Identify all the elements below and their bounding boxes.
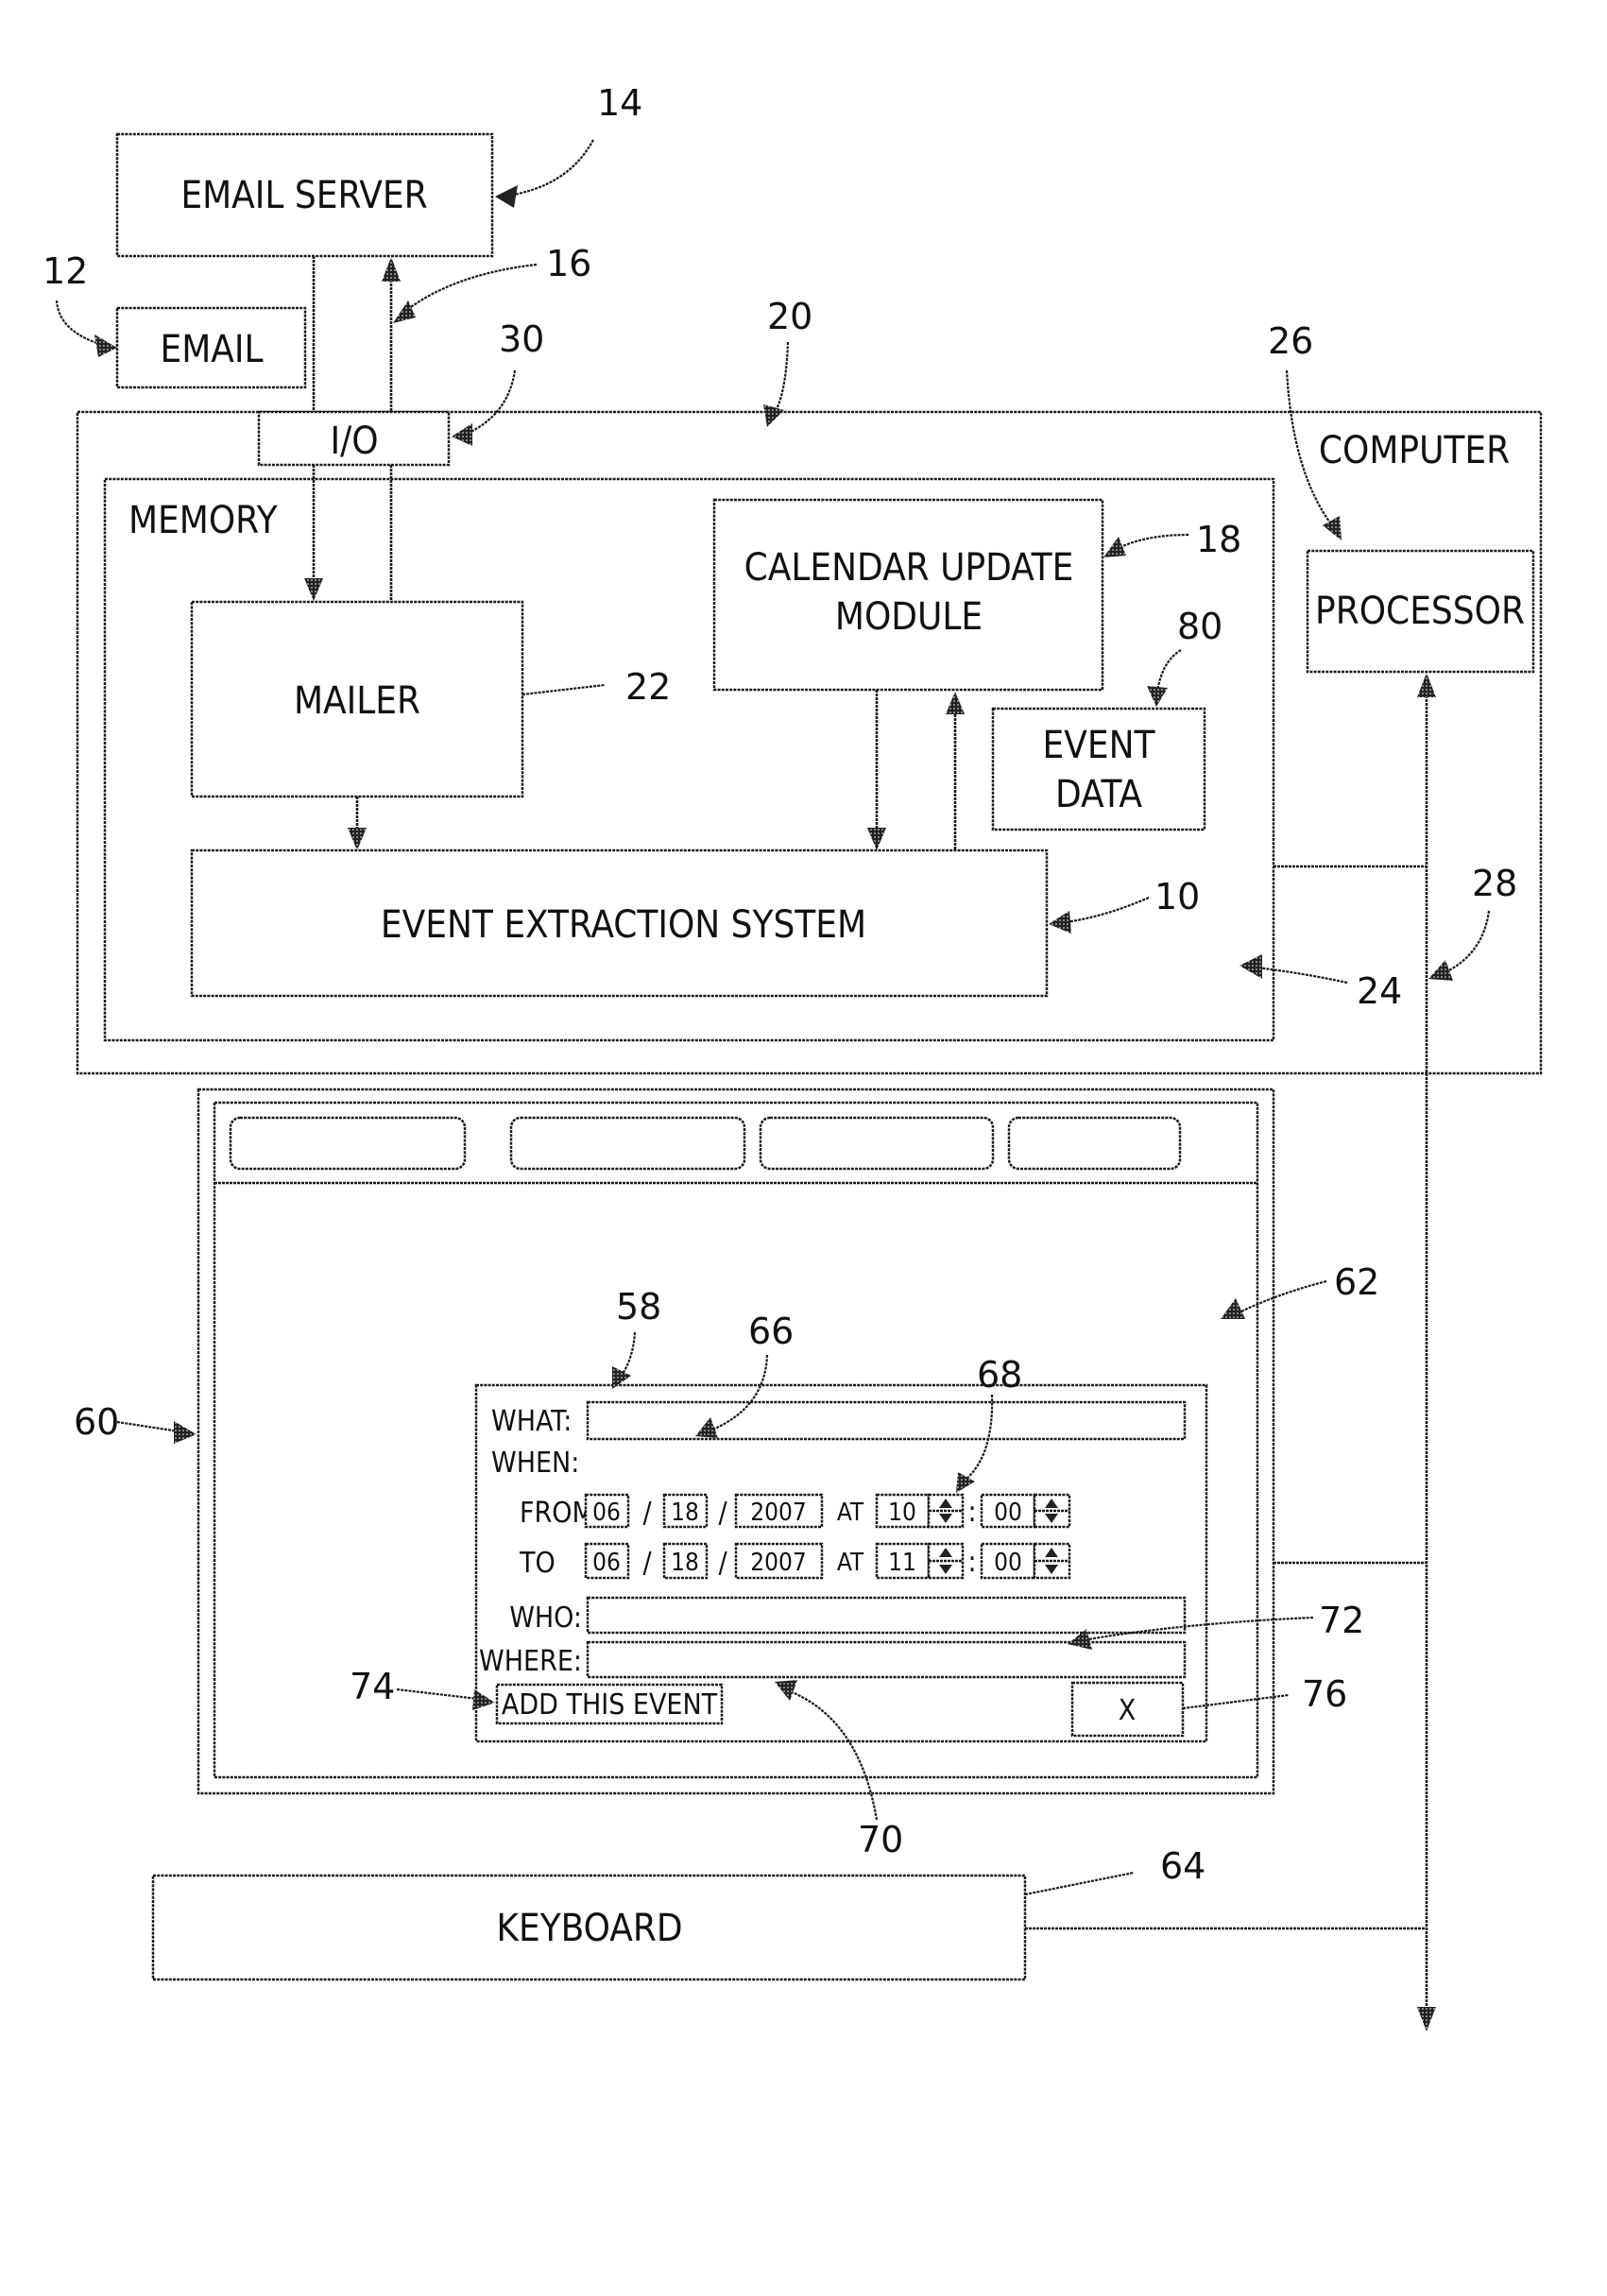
email-label: EMAIL — [160, 328, 263, 371]
to-colon: : — [967, 1546, 976, 1579]
email-server-label: EMAIL SERVER — [180, 174, 427, 217]
arrowhead-60 — [174, 1421, 197, 1444]
to-day-value: 18 — [671, 1549, 699, 1577]
from-hour-value: 10 — [888, 1499, 916, 1527]
processor-label: PROCESSOR — [1315, 590, 1525, 633]
ref-68: 68 — [977, 1354, 1022, 1396]
io-block: I/O — [257, 410, 451, 467]
ref-10: 10 — [1154, 876, 1200, 917]
ref-24: 24 — [1357, 970, 1402, 1012]
calendar-update-module-block: CALENDAR UPDATE MODULE — [712, 498, 1104, 692]
arrowhead-16 — [393, 300, 416, 323]
computer-label: COMPUTER — [1319, 429, 1510, 472]
leader-64 — [1024, 1871, 1135, 1896]
arrowhead-bus-down — [1417, 2007, 1436, 2031]
ref-20: 20 — [767, 296, 812, 337]
to-hour-spinner[interactable] — [927, 1542, 965, 1580]
email-block: EMAIL — [115, 306, 307, 389]
from-label: FROM — [520, 1497, 594, 1530]
event-extraction-system-block: EVENT EXTRACTION SYSTEM — [190, 848, 1049, 998]
display-tab-3[interactable] — [759, 1116, 995, 1171]
calendar-update-label-1: CALENDAR UPDATE — [744, 546, 1074, 590]
display-tab-4[interactable] — [1007, 1116, 1182, 1171]
event-data-label-2: DATA — [1055, 773, 1142, 816]
from-colon: : — [967, 1496, 976, 1529]
calendar-update-label-2: MODULE — [835, 595, 983, 639]
to-row: TO 06 / 18 / 2007 AT 11 : 00 — [519, 1542, 1071, 1580]
ref-58: 58 — [616, 1286, 661, 1328]
ref-14: 14 — [597, 82, 642, 124]
to-year-value: 2007 — [750, 1549, 807, 1577]
what-label: WHAT: — [491, 1405, 572, 1438]
event-data-block: EVENT DATA — [991, 707, 1206, 831]
to-label: TO — [519, 1547, 556, 1580]
to-slash-2: / — [718, 1547, 727, 1580]
ref-74: 74 — [350, 1666, 395, 1707]
from-row: FROM 06 / 18 / 2007 AT 10 : 00 — [520, 1493, 1071, 1530]
ref-80: 80 — [1177, 606, 1222, 647]
ref-16: 16 — [546, 243, 591, 284]
arrowhead-up-server — [382, 257, 401, 282]
from-month-value: 06 — [592, 1499, 621, 1527]
to-slash-1: / — [642, 1547, 652, 1580]
add-this-event-label: ADD THIS EVENT — [502, 1688, 718, 1722]
event-data-label-1: EVENT — [1043, 724, 1156, 767]
leader-60 — [116, 1420, 180, 1433]
close-icon[interactable]: X — [1119, 1694, 1137, 1727]
keyboard-label: KEYBOARD — [496, 1907, 682, 1950]
from-hour-spinner[interactable] — [927, 1493, 965, 1529]
from-minute-spinner[interactable] — [1033, 1493, 1071, 1529]
what-input[interactable] — [586, 1400, 1187, 1441]
ref-28: 28 — [1472, 863, 1517, 904]
close-dialog-button[interactable]: X — [1070, 1681, 1185, 1738]
ref-76: 76 — [1302, 1673, 1347, 1715]
keyboard-block: KEYBOARD — [151, 1874, 1027, 1981]
processor-block: PROCESSOR — [1306, 549, 1535, 674]
arrowhead-14 — [495, 185, 518, 208]
from-slash-1: / — [642, 1497, 652, 1530]
leader-20 — [772, 341, 790, 417]
ref-12: 12 — [43, 250, 88, 292]
who-label: WHO: — [509, 1602, 582, 1635]
from-minute-value: 00 — [994, 1499, 1022, 1527]
ref-62: 62 — [1334, 1261, 1379, 1303]
from-at-label: AT — [837, 1499, 864, 1527]
add-this-event-button[interactable]: ADD THIS EVENT — [495, 1683, 724, 1725]
to-at-label: AT — [837, 1549, 864, 1577]
patent-figure: EMAIL SERVER 14 EMAIL 12 16 COMPUTER 20 … — [43, 82, 1543, 2031]
display-tab-2[interactable] — [509, 1116, 746, 1171]
ref-66: 66 — [748, 1311, 794, 1352]
arrowhead-12 — [94, 334, 117, 357]
who-input[interactable] — [586, 1596, 1187, 1635]
from-slash-2: / — [718, 1497, 727, 1530]
where-label: WHERE: — [479, 1645, 582, 1678]
event-extraction-label: EVENT EXTRACTION SYSTEM — [381, 903, 866, 947]
ref-26: 26 — [1268, 320, 1313, 362]
to-minute-spinner[interactable] — [1033, 1542, 1071, 1580]
leader-16 — [403, 263, 538, 313]
ref-72: 72 — [1319, 1600, 1364, 1641]
email-server-block: EMAIL SERVER — [115, 132, 494, 258]
ref-18: 18 — [1196, 519, 1241, 560]
add-event-dialog: WHAT: WHEN: FROM 06 / 18 / 2007 AT 10 : — [474, 1383, 1208, 1743]
mailer-block: MAILER — [190, 600, 524, 798]
ref-70: 70 — [858, 1819, 903, 1860]
ref-30: 30 — [499, 318, 544, 360]
mailer-label: MAILER — [294, 679, 420, 723]
ref-60: 60 — [74, 1401, 119, 1443]
to-hour-value: 11 — [888, 1549, 916, 1577]
memory-label: MEMORY — [128, 499, 279, 542]
io-label: I/O — [330, 420, 378, 463]
ref-64: 64 — [1160, 1845, 1205, 1887]
to-minute-value: 00 — [994, 1549, 1022, 1577]
to-month-value: 06 — [592, 1549, 621, 1577]
from-day-value: 18 — [671, 1499, 699, 1527]
from-year-value: 2007 — [750, 1499, 807, 1527]
display-tab-1[interactable] — [229, 1116, 467, 1171]
when-label: WHEN: — [491, 1447, 579, 1480]
ref-22: 22 — [625, 666, 671, 708]
where-input[interactable] — [586, 1640, 1187, 1679]
